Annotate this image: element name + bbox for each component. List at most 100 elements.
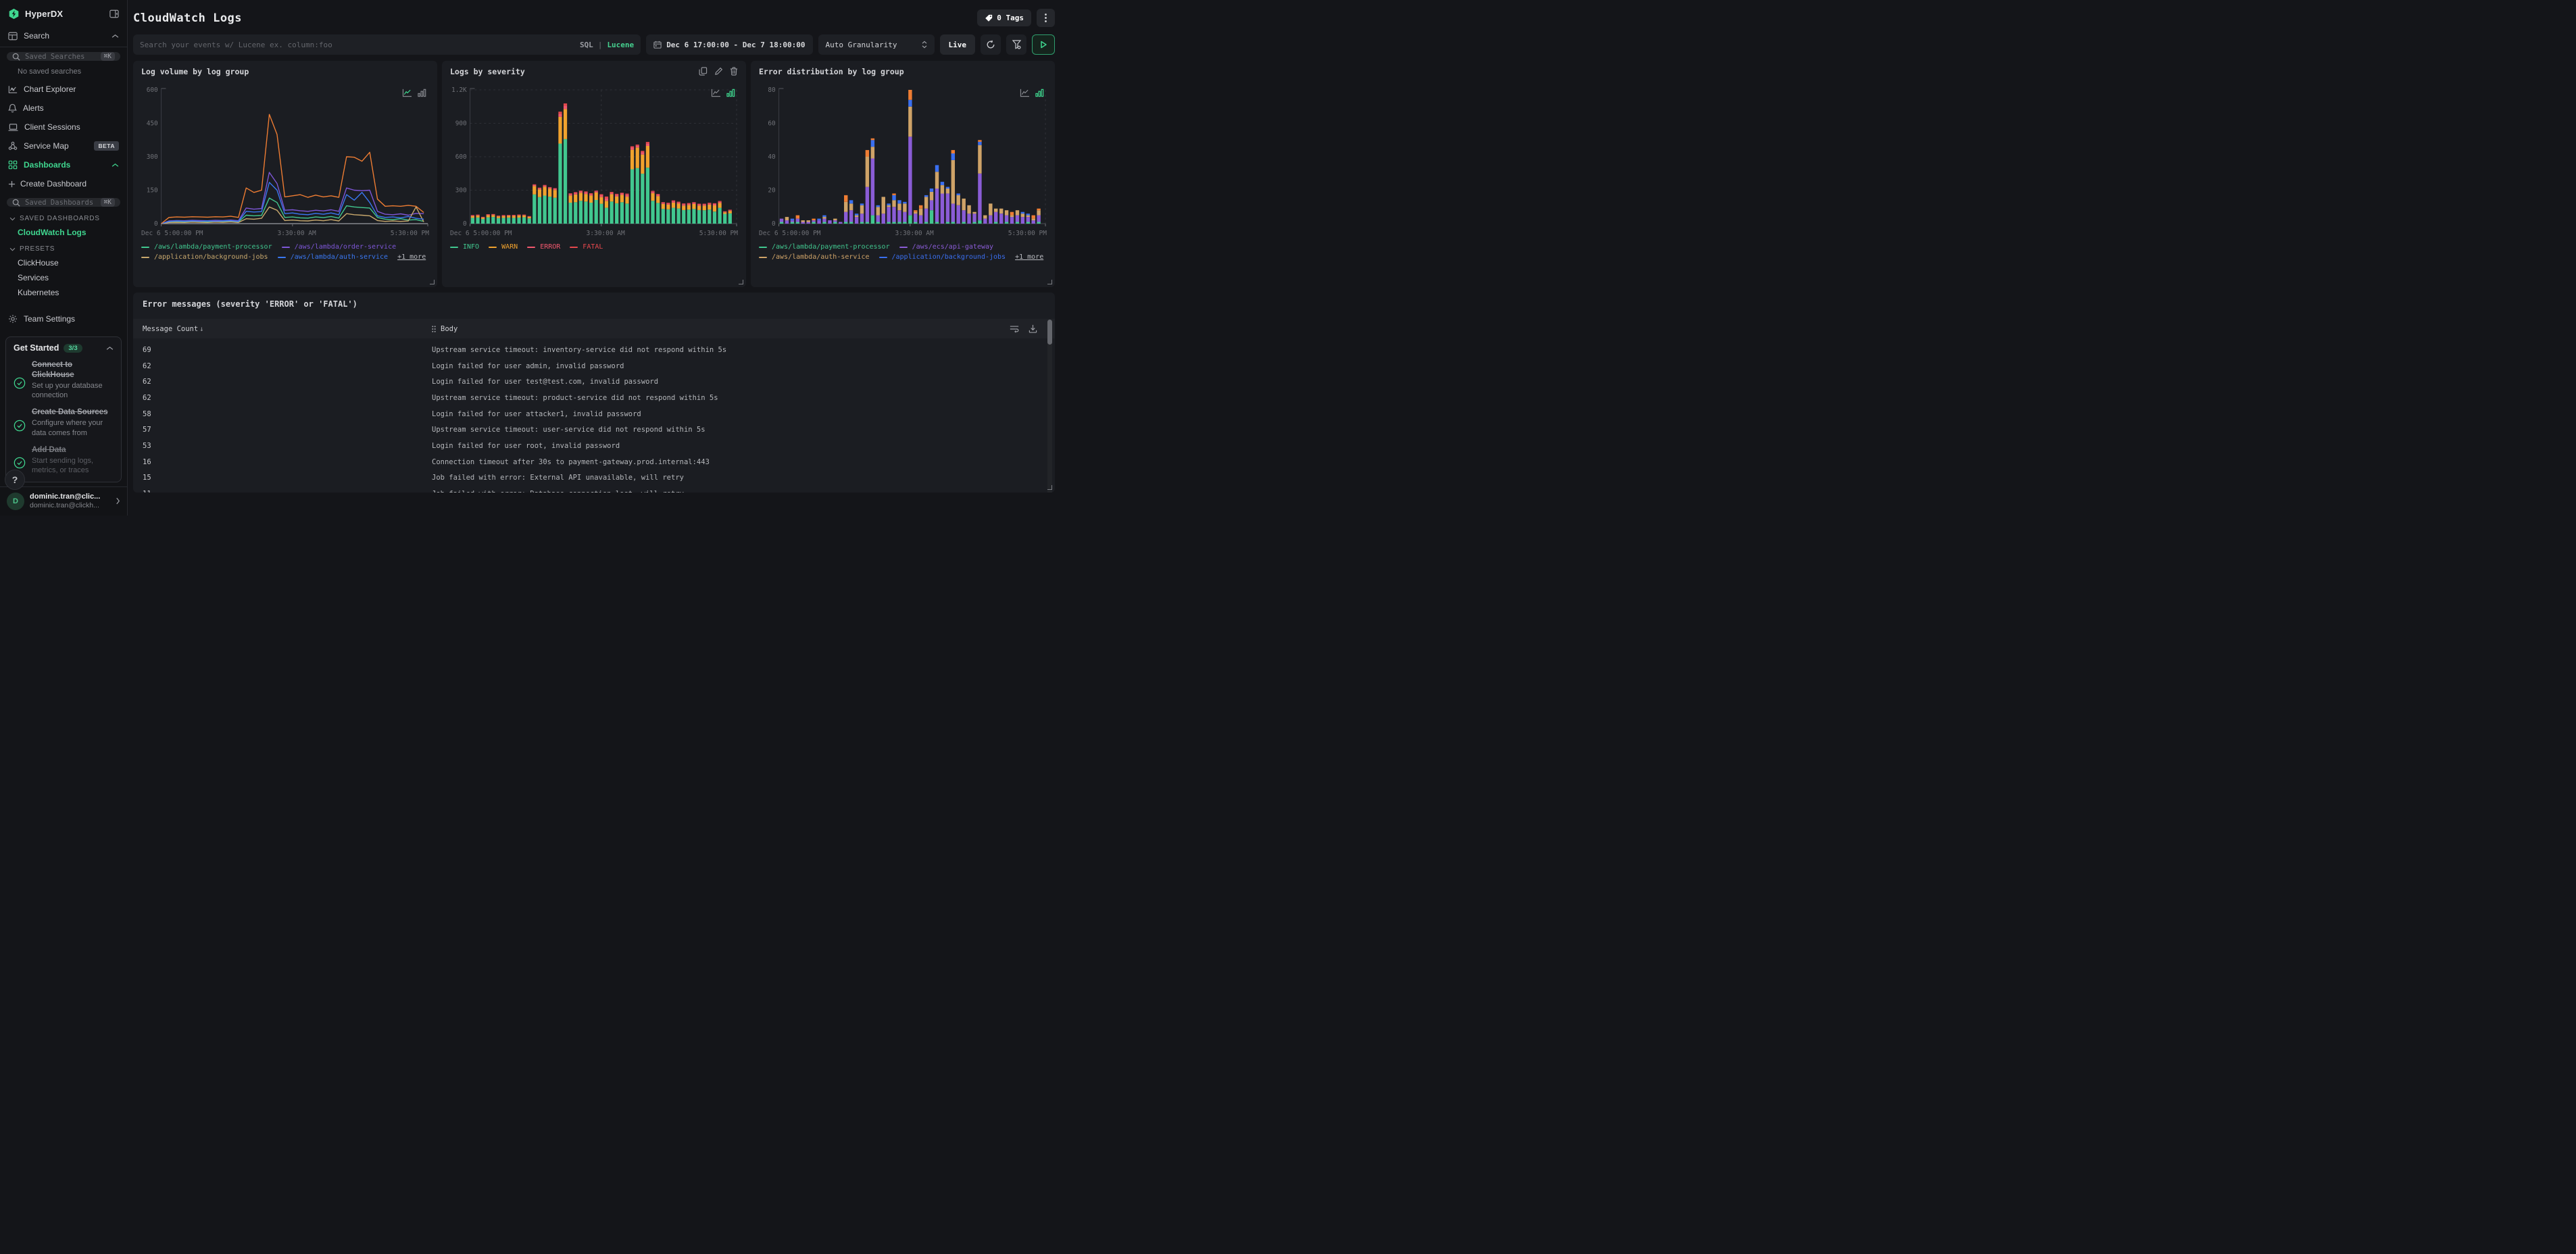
x-tick-label: 3:30:00 AM — [895, 230, 934, 237]
table-row[interactable]: 62 Login failed for user admin, invalid p… — [133, 358, 1055, 374]
sidebar-item-services[interactable]: Services — [0, 270, 127, 285]
edit-icon[interactable] — [714, 67, 723, 76]
live-button[interactable]: Live — [939, 34, 975, 55]
kebab-menu-button[interactable] — [1037, 9, 1055, 27]
chevron-up-icon[interactable] — [112, 34, 119, 39]
legend-item[interactable]: /application/background-jobs — [141, 253, 268, 261]
legend-more-link[interactable]: +1 more — [1015, 253, 1043, 261]
sidebar-item-team-settings[interactable]: Team Settings — [0, 309, 127, 328]
x-tick-label: 3:30:00 AM — [277, 230, 316, 237]
help-button[interactable]: ? — [5, 470, 25, 490]
get-started-item[interactable]: Create Data Sources Configure where your … — [14, 407, 114, 438]
copy-icon[interactable] — [699, 67, 708, 76]
sidebar: HyperDX Search Saved Searches ⌘K No save… — [0, 0, 128, 516]
resize-grip-icon[interactable] — [1047, 280, 1052, 284]
legend-item[interactable]: /aws/lambda/payment-processor — [759, 243, 890, 251]
get-started-item[interactable]: Add Data Start sending logs, metrics, or … — [14, 445, 114, 476]
table-row[interactable]: 16 Connection timeout after 30s to paymen… — [133, 454, 1055, 470]
legend-more-link[interactable]: +1 more — [397, 253, 426, 261]
sidebar-item-dashboards[interactable]: Dashboards — [0, 155, 127, 174]
x-tick-label: 5:30:00 PM — [390, 230, 429, 237]
chevron-up-icon[interactable] — [106, 346, 114, 351]
x-tick-label: Dec 6 5:00:00 PM — [141, 230, 203, 237]
line-chart-toggle-icon[interactable] — [402, 89, 412, 101]
date-range-label: Dec 6 17:00:00 - Dec 7 18:00:00 — [666, 40, 806, 49]
legend-item[interactable]: /aws/lambda/auth-service — [277, 253, 389, 261]
charts-grid: Log volume by log group 0 150 300 450 600 Dec … — [133, 61, 1055, 287]
sidebar-item-chart-explorer[interactable]: Chart Explorer — [0, 80, 127, 99]
live-label: Live — [948, 40, 967, 49]
resize-grip-icon[interactable] — [430, 280, 435, 284]
table-row[interactable]: 11Job failed with error: Database connec… — [133, 486, 1055, 493]
saved-searches-input[interactable]: Saved Searches ⌘K — [7, 52, 120, 61]
sidebar-item-client-sessions[interactable]: Client Sessions — [0, 118, 127, 136]
table-row[interactable]: 62 Upstream service timeout: product-serv… — [133, 390, 1055, 406]
refresh-button[interactable] — [981, 34, 1001, 55]
legend-label: /aws/lambda/payment-processor — [772, 243, 890, 251]
filter-button[interactable] — [1006, 34, 1026, 55]
drag-handle-icon[interactable] — [432, 325, 436, 332]
sql-toggle[interactable]: SQL — [580, 41, 593, 49]
table-row[interactable]: 69 Upstream service timeout: inventory-se… — [133, 342, 1055, 358]
legend-item[interactable]: ERROR — [527, 243, 560, 251]
legend-item[interactable]: /aws/lambda/order-service — [281, 243, 396, 251]
lucene-toggle[interactable]: Lucene — [607, 41, 634, 49]
legend-item[interactable]: /aws/ecs/api-gateway — [899, 243, 993, 251]
legend-swatch — [570, 246, 578, 248]
sort-desc-icon: ↓ — [199, 324, 204, 333]
sidebar-item-cloudwatch-logs[interactable]: CloudWatch Logs — [0, 225, 127, 240]
column-header-body[interactable]: Body — [432, 325, 1010, 333]
wrap-text-icon[interactable] — [1010, 324, 1019, 333]
section-label[interactable]: SAVED DASHBOARDS — [0, 209, 127, 225]
saved-dashboards-input[interactable]: Saved Dashboards ⌘K — [7, 198, 120, 207]
cell-body: Upstream service timeout: user-service d… — [432, 426, 705, 434]
legend-item[interactable]: /application/background-jobs — [878, 253, 1006, 261]
table-row[interactable]: 62 Login failed for user test@test.com, i… — [133, 374, 1055, 390]
event-search-input[interactable] — [140, 40, 580, 49]
saved-searches-placeholder: Saved Searches — [25, 52, 85, 61]
bar-chart-toggle-icon[interactable] — [1035, 89, 1044, 101]
table-row[interactable]: 58 Login failed for user attacker1, inval… — [133, 406, 1055, 422]
column-header-message-count[interactable]: Message Count ↓ — [133, 325, 432, 333]
resize-grip-icon[interactable] — [739, 280, 743, 284]
user-menu[interactable]: D dominic.tran@clic... dominic.tran@clic… — [0, 486, 127, 516]
delete-icon[interactable] — [730, 67, 738, 76]
sidebar-item-service-map[interactable]: Service Map BETA — [0, 136, 127, 155]
bar-chart-toggle-icon[interactable] — [418, 89, 426, 101]
date-range-button[interactable]: Dec 6 17:00:00 - Dec 7 18:00:00 — [646, 34, 813, 55]
sidebar-item-alerts[interactable]: Alerts — [0, 99, 127, 118]
download-icon[interactable] — [1029, 324, 1037, 333]
sidebar-item-kubernetes[interactable]: Kubernetes — [0, 285, 127, 300]
granularity-select[interactable]: Auto Granularity — [818, 34, 935, 55]
get-started-item[interactable]: Connect to ClickHouse Set up your databas… — [14, 360, 114, 400]
legend-item[interactable]: FATAL — [570, 243, 603, 251]
sidebar-sections: SAVED DASHBOARDS CloudWatch Logs PRESETS Cl… — [0, 209, 127, 300]
legend-row: /application/background-jobs/aws/lambda/… — [141, 253, 429, 261]
table-row[interactable]: 57 Upstream service timeout: user-service… — [133, 422, 1055, 438]
get-started-items: Connect to ClickHouse Set up your databas… — [14, 360, 114, 476]
legend-item[interactable]: WARN — [489, 243, 518, 251]
tags-button[interactable]: 0 Tags — [977, 9, 1031, 26]
run-query-button[interactable] — [1032, 34, 1055, 55]
table-row[interactable]: 53 Login failed for user root, invalid pa… — [133, 438, 1055, 454]
plot-area: 0 300 600 900 1.2K — [450, 84, 738, 228]
legend-item[interactable]: INFO — [450, 243, 479, 251]
dashboards-icon — [8, 160, 18, 170]
bar-chart-toggle-icon[interactable] — [726, 89, 735, 101]
resize-grip-icon[interactable] — [1047, 485, 1052, 490]
legend-item[interactable]: /aws/lambda/payment-processor — [141, 243, 272, 251]
collapse-sidebar-icon[interactable] — [109, 9, 119, 18]
legend-item[interactable]: /aws/lambda/auth-service — [759, 253, 870, 261]
legend-label: /aws/lambda/auth-service — [290, 253, 389, 261]
event-search-box[interactable]: SQL | Lucene — [133, 34, 641, 55]
line-chart-toggle-icon[interactable] — [711, 89, 721, 101]
sidebar-item-search[interactable]: Search — [0, 26, 127, 47]
chevron-up-icon[interactable] — [112, 163, 119, 168]
get-started-item-title: Add Data — [32, 446, 66, 454]
sidebar-item-clickhouse[interactable]: ClickHouse — [0, 255, 127, 270]
section-label[interactable]: PRESETS — [0, 240, 127, 255]
cell-body: Upstream service timeout: product-servic… — [432, 393, 718, 402]
create-dashboard-button[interactable]: Create Dashboard — [0, 174, 127, 193]
line-chart-toggle-icon[interactable] — [1020, 89, 1030, 101]
table-row[interactable]: 15 Job failed with error: External API un… — [133, 470, 1055, 486]
